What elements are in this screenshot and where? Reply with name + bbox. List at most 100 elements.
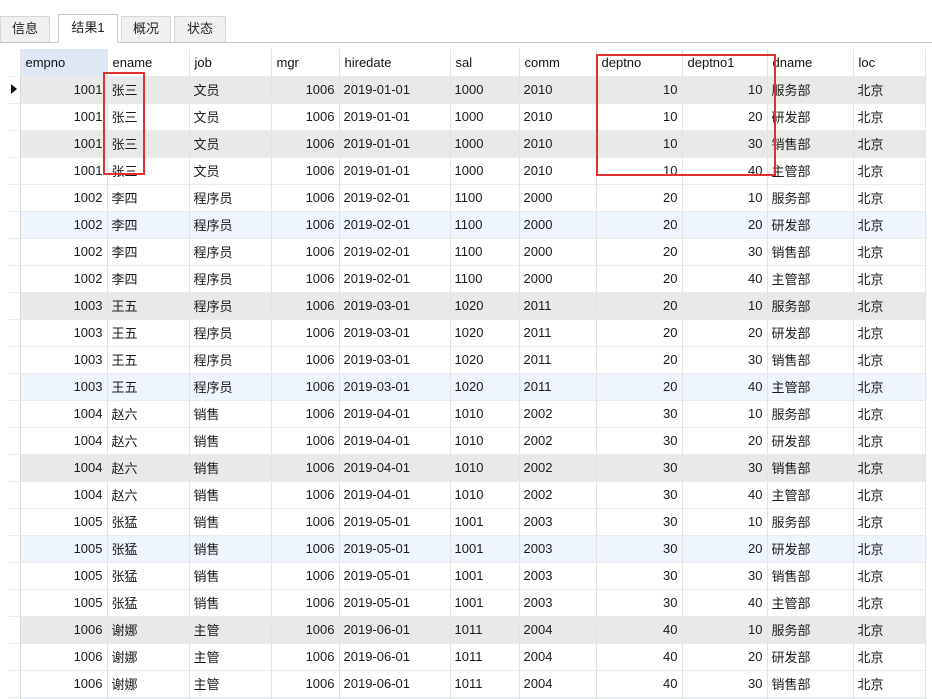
table-row[interactable]: 1006 谢娜 主管 1006 2019-06-01 1011 2004 40 10 服务部 北京 bbox=[8, 616, 926, 644]
cell-deptno1[interactable]: 20 bbox=[682, 319, 768, 347]
cell-ename[interactable]: 赵六 bbox=[107, 481, 190, 509]
cell-job[interactable]: 销售 bbox=[189, 508, 272, 536]
cell-deptno1[interactable]: 10 bbox=[682, 508, 768, 536]
cell-ename[interactable]: 谢娜 bbox=[107, 643, 190, 671]
cell-comm[interactable]: 2002 bbox=[519, 400, 597, 428]
cell-sal[interactable]: 1100 bbox=[450, 265, 520, 293]
column-header-job[interactable]: job bbox=[189, 49, 272, 77]
cell-loc[interactable]: 北京 bbox=[853, 643, 926, 671]
row-indicator[interactable] bbox=[8, 616, 21, 644]
cell-comm[interactable]: 2003 bbox=[519, 508, 597, 536]
table-row[interactable]: 1005 张猛 销售 1006 2019-05-01 1001 2003 30 40 主管部 北京 bbox=[8, 589, 926, 617]
cell-job[interactable]: 程序员 bbox=[189, 211, 272, 239]
cell-hiredate[interactable]: 2019-01-01 bbox=[339, 103, 451, 131]
cell-mgr[interactable]: 1006 bbox=[271, 292, 340, 320]
cell-sal[interactable]: 1001 bbox=[450, 508, 520, 536]
cell-hiredate[interactable]: 2019-02-01 bbox=[339, 238, 451, 266]
cell-dname[interactable]: 服务部 bbox=[767, 76, 854, 104]
cell-deptno[interactable]: 10 bbox=[596, 130, 683, 158]
cell-deptno1[interactable]: 30 bbox=[682, 562, 768, 590]
cell-ename[interactable]: 李四 bbox=[107, 265, 190, 293]
cell-loc[interactable]: 北京 bbox=[853, 130, 926, 158]
cell-deptno[interactable]: 30 bbox=[596, 589, 683, 617]
cell-empno[interactable]: 1002 bbox=[20, 238, 108, 266]
table-row[interactable]: 1002 李四 程序员 1006 2019-02-01 1100 2000 20 10 服务部 北京 bbox=[8, 184, 926, 212]
cell-loc[interactable]: 北京 bbox=[853, 346, 926, 374]
cell-comm[interactable]: 2002 bbox=[519, 427, 597, 455]
cell-job[interactable]: 主管 bbox=[189, 616, 272, 644]
cell-hiredate[interactable]: 2019-05-01 bbox=[339, 562, 451, 590]
cell-deptno[interactable]: 10 bbox=[596, 76, 683, 104]
cell-hiredate[interactable]: 2019-05-01 bbox=[339, 508, 451, 536]
cell-job[interactable]: 文员 bbox=[189, 103, 272, 131]
cell-deptno1[interactable]: 10 bbox=[682, 400, 768, 428]
cell-sal[interactable]: 1001 bbox=[450, 562, 520, 590]
cell-deptno[interactable]: 40 bbox=[596, 643, 683, 671]
cell-deptno1[interactable]: 20 bbox=[682, 211, 768, 239]
cell-loc[interactable]: 北京 bbox=[853, 670, 926, 698]
column-header-ename[interactable]: ename bbox=[107, 49, 190, 77]
row-indicator[interactable] bbox=[8, 184, 21, 212]
row-indicator[interactable] bbox=[8, 535, 21, 563]
cell-mgr[interactable]: 1006 bbox=[271, 76, 340, 104]
cell-empno[interactable]: 1006 bbox=[20, 643, 108, 671]
cell-loc[interactable]: 北京 bbox=[853, 616, 926, 644]
cell-dname[interactable]: 销售部 bbox=[767, 670, 854, 698]
cell-loc[interactable]: 北京 bbox=[853, 589, 926, 617]
table-row[interactable]: 1003 王五 程序员 1006 2019-03-01 1020 2011 20 40 主管部 北京 bbox=[8, 373, 926, 401]
cell-deptno1[interactable]: 40 bbox=[682, 265, 768, 293]
cell-deptno1[interactable]: 30 bbox=[682, 346, 768, 374]
cell-loc[interactable]: 北京 bbox=[853, 562, 926, 590]
table-row[interactable]: 1004 赵六 销售 1006 2019-04-01 1010 2002 30 10 服务部 北京 bbox=[8, 400, 926, 428]
cell-deptno[interactable]: 20 bbox=[596, 346, 683, 374]
cell-job[interactable]: 程序员 bbox=[189, 184, 272, 212]
cell-deptno1[interactable]: 20 bbox=[682, 535, 768, 563]
table-row[interactable]: 1004 赵六 销售 1006 2019-04-01 1010 2002 30 40 主管部 北京 bbox=[8, 481, 926, 509]
cell-ename[interactable]: 张猛 bbox=[107, 562, 190, 590]
cell-loc[interactable]: 北京 bbox=[853, 481, 926, 509]
column-header-sal[interactable]: sal bbox=[450, 49, 520, 77]
cell-loc[interactable]: 北京 bbox=[853, 238, 926, 266]
cell-hiredate[interactable]: 2019-01-01 bbox=[339, 157, 451, 185]
cell-mgr[interactable]: 1006 bbox=[271, 319, 340, 347]
cell-deptno[interactable]: 20 bbox=[596, 373, 683, 401]
table-row[interactable]: 1002 李四 程序员 1006 2019-02-01 1100 2000 20 30 销售部 北京 bbox=[8, 238, 926, 266]
column-header-comm[interactable]: comm bbox=[519, 49, 597, 77]
cell-comm[interactable]: 2000 bbox=[519, 265, 597, 293]
row-indicator[interactable] bbox=[8, 76, 21, 104]
cell-sal[interactable]: 1000 bbox=[450, 157, 520, 185]
table-row[interactable]: 1003 王五 程序员 1006 2019-03-01 1020 2011 20 30 销售部 北京 bbox=[8, 346, 926, 374]
cell-job[interactable]: 程序员 bbox=[189, 373, 272, 401]
cell-dname[interactable]: 主管部 bbox=[767, 481, 854, 509]
cell-ename[interactable]: 李四 bbox=[107, 238, 190, 266]
cell-ename[interactable]: 李四 bbox=[107, 184, 190, 212]
cell-sal[interactable]: 1020 bbox=[450, 373, 520, 401]
cell-empno[interactable]: 1005 bbox=[20, 508, 108, 536]
cell-dname[interactable]: 服务部 bbox=[767, 616, 854, 644]
row-indicator[interactable] bbox=[8, 130, 21, 158]
cell-ename[interactable]: 张三 bbox=[107, 103, 190, 131]
cell-sal[interactable]: 1000 bbox=[450, 130, 520, 158]
cell-hiredate[interactable]: 2019-03-01 bbox=[339, 373, 451, 401]
table-row[interactable]: 1003 王五 程序员 1006 2019-03-01 1020 2011 20 20 研发部 北京 bbox=[8, 319, 926, 347]
cell-dname[interactable]: 销售部 bbox=[767, 454, 854, 482]
cell-hiredate[interactable]: 2019-04-01 bbox=[339, 427, 451, 455]
row-indicator[interactable] bbox=[8, 508, 21, 536]
cell-comm[interactable]: 2000 bbox=[519, 184, 597, 212]
cell-ename[interactable]: 赵六 bbox=[107, 454, 190, 482]
cell-sal[interactable]: 1010 bbox=[450, 427, 520, 455]
cell-ename[interactable]: 赵六 bbox=[107, 400, 190, 428]
cell-deptno[interactable]: 30 bbox=[596, 481, 683, 509]
cell-deptno[interactable]: 30 bbox=[596, 400, 683, 428]
result-grid[interactable]: empno ename job mgr hiredate sal comm deptno dep… bbox=[8, 49, 932, 699]
cell-empno[interactable]: 1003 bbox=[20, 373, 108, 401]
cell-empno[interactable]: 1006 bbox=[20, 670, 108, 698]
column-header-loc[interactable]: loc bbox=[853, 49, 926, 77]
cell-ename[interactable]: 谢娜 bbox=[107, 616, 190, 644]
cell-mgr[interactable]: 1006 bbox=[271, 616, 340, 644]
cell-comm[interactable]: 2000 bbox=[519, 211, 597, 239]
table-row[interactable]: 1001 张三 文员 1006 2019-01-01 1000 2010 10 20 研发部 北京 bbox=[8, 103, 926, 131]
cell-comm[interactable]: 2011 bbox=[519, 292, 597, 320]
row-indicator[interactable] bbox=[8, 427, 21, 455]
row-indicator[interactable] bbox=[8, 346, 21, 374]
